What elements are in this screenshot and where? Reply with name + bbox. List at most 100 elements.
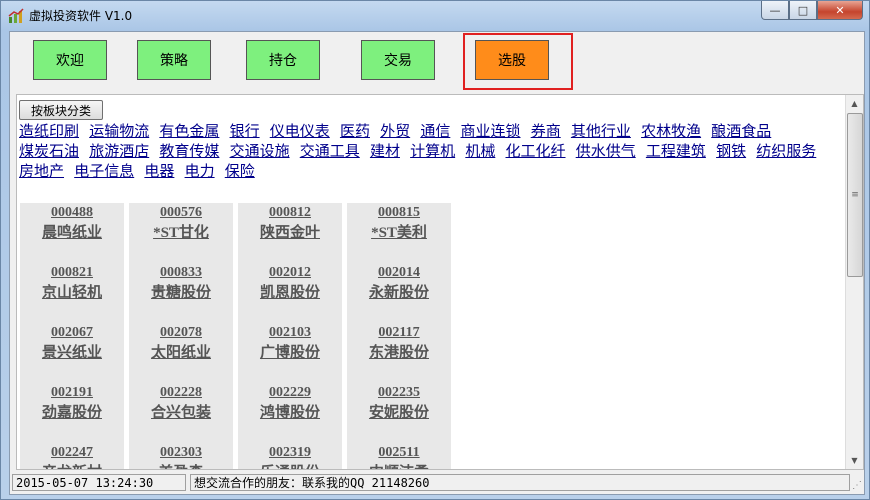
stock-code-link[interactable]: 002247 [20, 443, 124, 461]
stock-code-link[interactable]: 002511 [347, 443, 451, 461]
stock-code-link[interactable]: 002078 [129, 323, 233, 341]
sector-link[interactable]: 银行 [230, 123, 260, 140]
sector-link[interactable]: 交通设施 [230, 143, 290, 160]
sector-link[interactable]: 机械 [465, 143, 495, 160]
sector-link[interactable]: 商业连锁 [461, 123, 521, 140]
stock-code-link[interactable]: 000576 [129, 203, 233, 221]
stock-code-link[interactable]: 002191 [20, 383, 124, 401]
stock-code-link[interactable]: 000488 [20, 203, 124, 221]
stock-name-link[interactable]: *ST甘化 [129, 221, 233, 242]
close-button[interactable]: ✕ [817, 1, 863, 20]
stock-name-link[interactable]: 帝龙新材 [20, 461, 124, 469]
stock-code-link[interactable]: 002235 [347, 383, 451, 401]
stock-cell: 002247帝龙新材 [20, 443, 124, 469]
stock-name-link[interactable]: 陕西金叶 [238, 221, 342, 242]
nav-stock-picker-button[interactable]: 选股 [475, 40, 549, 80]
stock-name-link[interactable]: 乐通股份 [238, 461, 342, 469]
sort-by-sector-button[interactable]: 按板块分类 [19, 100, 103, 120]
scroll-up-icon[interactable]: ▲ [846, 95, 863, 112]
stock-cell: 002103 广博股份 [238, 323, 342, 383]
maximize-button[interactable]: □ [789, 1, 817, 20]
sector-link[interactable]: 医药 [340, 123, 370, 140]
stock-name-link[interactable]: 景兴纸业 [20, 341, 124, 362]
sector-link[interactable]: 钢铁 [716, 143, 746, 160]
vertical-scrollbar[interactable]: ▲ ≡ ▼ [845, 95, 863, 469]
stock-code-link[interactable]: 000821 [20, 263, 124, 281]
resize-grip-icon[interactable]: ⋰ [852, 480, 862, 491]
sector-link[interactable]: 教育传媒 [159, 143, 219, 160]
sector-link[interactable]: 工程建筑 [646, 143, 706, 160]
minimize-button[interactable]: — [761, 1, 789, 20]
stock-name-link[interactable]: *ST美利 [347, 221, 451, 242]
status-datetime: 2015-05-07 13:24:30 [12, 474, 186, 491]
stock-code-link[interactable]: 002303 [129, 443, 233, 461]
stock-name-link[interactable]: 京山轻机 [20, 281, 124, 302]
sector-link[interactable]: 通信 [420, 123, 450, 140]
nav-trade-button[interactable]: 交易 [361, 40, 435, 80]
stock-name-link[interactable]: 凯恩股份 [238, 281, 342, 302]
sector-link[interactable]: 计算机 [410, 143, 455, 160]
stock-name-link[interactable]: 贵糖股份 [129, 281, 233, 302]
sector-link[interactable]: 券商 [531, 123, 561, 140]
stock-cell: 002117 东港股份 [347, 323, 451, 383]
stock-name-link[interactable]: 鸿博股份 [238, 401, 342, 422]
stock-name-link[interactable]: 太阳纸业 [129, 341, 233, 362]
sector-link[interactable]: 建材 [370, 143, 400, 160]
stock-name-link[interactable]: 广博股份 [238, 341, 342, 362]
stock-cell: 000815 *ST美利 [347, 203, 451, 263]
stock-cell: 002012 凯恩股份 [238, 263, 342, 323]
sector-link[interactable]: 有色金属 [159, 123, 219, 140]
maximize-icon: □ [797, 3, 809, 17]
sector-link[interactable]: 仪电仪表 [270, 123, 330, 140]
sector-link[interactable]: 供水供气 [576, 143, 636, 160]
sector-link[interactable]: 外贸 [380, 123, 410, 140]
stock-name-link[interactable]: 中顺洁柔 [347, 461, 451, 469]
stock-name-link[interactable]: 永新股份 [347, 281, 451, 302]
stock-cell: 002229 鸿博股份 [238, 383, 342, 443]
stock-name-link[interactable]: 晨鸣纸业 [20, 221, 124, 242]
sector-link[interactable]: 农林牧渔 [641, 123, 701, 140]
window-controls: — □ ✕ [761, 1, 863, 21]
stock-name-link[interactable]: 安妮股份 [347, 401, 451, 422]
sector-link[interactable]: 交通工具 [300, 143, 360, 160]
stock-name-link[interactable]: 美盈森 [129, 461, 233, 469]
stock-cell: 002191 劲嘉股份 [20, 383, 124, 443]
stock-cell: 002014 永新股份 [347, 263, 451, 323]
stock-cell: 000821 京山轻机 [20, 263, 124, 323]
stock-name-link[interactable]: 合兴包装 [129, 401, 233, 422]
nav-welcome-button[interactable]: 欢迎 [33, 40, 107, 80]
sector-link[interactable]: 煤炭石油 [19, 143, 79, 160]
stock-code-link[interactable]: 002229 [238, 383, 342, 401]
stock-code-link[interactable]: 002228 [129, 383, 233, 401]
sector-link[interactable]: 纺织服务 [756, 143, 816, 160]
scroll-thumb[interactable]: ≡ [847, 113, 863, 277]
sector-link[interactable]: 运输物流 [89, 123, 149, 140]
nav-holdings-button[interactable]: 持仓 [246, 40, 320, 80]
scroll-down-icon[interactable]: ▼ [846, 452, 863, 469]
sector-link[interactable]: 旅游酒店 [89, 143, 149, 160]
stock-code-link[interactable]: 002067 [20, 323, 124, 341]
stock-code-link[interactable]: 002103 [238, 323, 342, 341]
sector-link[interactable]: 化工化纤 [506, 143, 566, 160]
sector-link[interactable]: 房地产 [19, 163, 64, 180]
stock-cell: 000812 陕西金叶 [238, 203, 342, 263]
stock-code-link[interactable]: 002014 [347, 263, 451, 281]
nav-strategy-button[interactable]: 策略 [137, 40, 211, 80]
sector-link[interactable]: 造纸印刷 [19, 123, 79, 140]
stock-code-link[interactable]: 002319 [238, 443, 342, 461]
sector-link[interactable]: 电子信息 [74, 163, 134, 180]
stock-cell: 002319乐通股份 [238, 443, 342, 469]
sector-link[interactable]: 电器 [144, 163, 174, 180]
sector-link[interactable]: 酿酒食品 [711, 123, 771, 140]
stock-code-link[interactable]: 000833 [129, 263, 233, 281]
stock-code-link[interactable]: 002117 [347, 323, 451, 341]
sector-link[interactable]: 其他行业 [571, 123, 631, 140]
title-bar[interactable]: 虚拟投资软件 V1.0 — □ ✕ [1, 1, 869, 31]
sector-link[interactable]: 电力 [185, 163, 215, 180]
stock-code-link[interactable]: 002012 [238, 263, 342, 281]
stock-name-link[interactable]: 劲嘉股份 [20, 401, 124, 422]
stock-name-link[interactable]: 东港股份 [347, 341, 451, 362]
sector-link[interactable]: 保险 [225, 163, 255, 180]
stock-code-link[interactable]: 000812 [238, 203, 342, 221]
stock-code-link[interactable]: 000815 [347, 203, 451, 221]
